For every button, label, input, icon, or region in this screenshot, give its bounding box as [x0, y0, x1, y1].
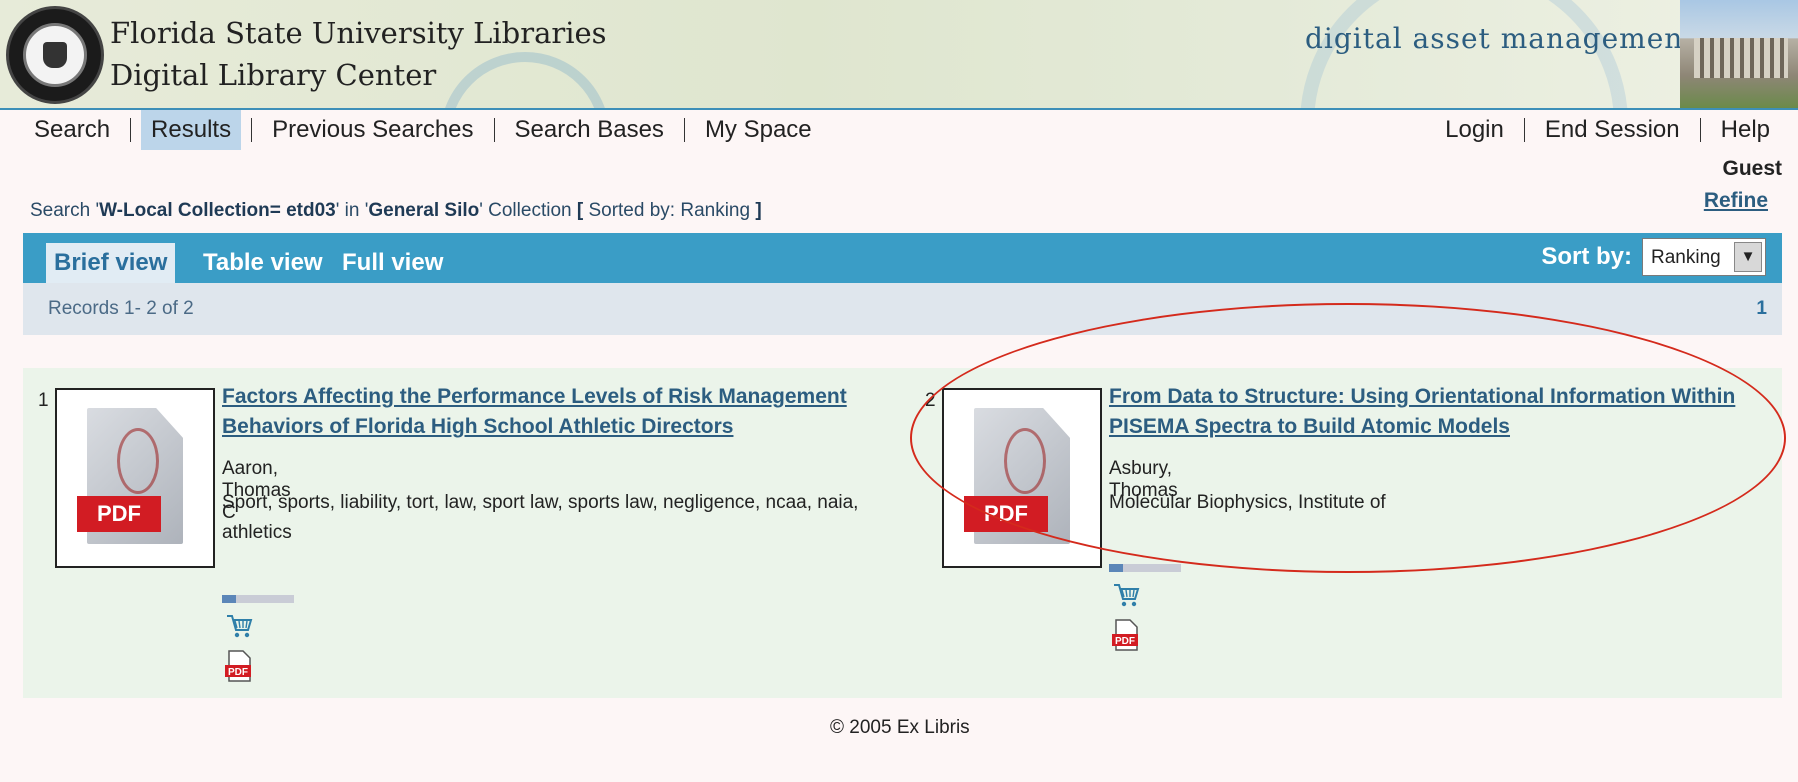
sort-select[interactable]: Ranking ▼ — [1642, 238, 1766, 276]
relevance-bar — [1109, 564, 1181, 572]
chevron-down-icon[interactable]: ▼ — [1734, 242, 1762, 272]
results-list: 1 PDF Factors Affecting the Performance … — [23, 368, 1782, 698]
record-number: 1 — [38, 390, 49, 411]
library-building-image — [1680, 0, 1798, 108]
record-subjects: Sport, sports, liability, tort, law, spo… — [222, 492, 859, 543]
header-banner: Florida State University Libraries Digit… — [0, 0, 1798, 110]
nav-separator — [130, 118, 132, 142]
svg-text:PDF: PDF — [1115, 636, 1135, 647]
nav-separator — [251, 118, 253, 142]
view-toolbar: Brief view Table view Full view Sort by:… — [23, 233, 1782, 283]
records-count: Records 1- 2 of 2 — [48, 298, 194, 319]
tab-brief-view[interactable]: Brief view — [46, 243, 176, 283]
nav-separator — [493, 118, 495, 142]
search-collection: General Silo — [368, 200, 480, 221]
nav-separator — [1699, 118, 1701, 142]
record-subjects: Molecular Biophysics, Institute of — [1109, 492, 1386, 513]
nav-help[interactable]: Help — [1711, 110, 1780, 150]
pdf-icon[interactable]: PDF — [224, 650, 254, 682]
main-nav: Search Results Previous Searches Search … — [24, 110, 822, 150]
search-query: W-Local Collection= etd03 — [99, 200, 336, 221]
sort-description: Sorted by: Ranking — [583, 200, 756, 221]
relevance-bar — [222, 595, 294, 603]
nav-my-space[interactable]: My Space — [695, 110, 822, 150]
globe-decoration — [440, 52, 610, 108]
svg-text:PDF: PDF — [228, 667, 248, 678]
refine-link[interactable]: Refine — [1704, 189, 1768, 213]
footer-copyright: © 2005 Ex Libris — [830, 717, 970, 738]
pdf-badge: PDF — [964, 496, 1048, 532]
nav-search-bases[interactable]: Search Bases — [505, 110, 674, 150]
pdf-badge: PDF — [77, 496, 161, 532]
nav-search[interactable]: Search — [24, 110, 120, 150]
org-subname: Digital Library Center — [110, 58, 437, 92]
globe-decoration-right — [1300, 0, 1628, 108]
user-name: Guest — [1722, 157, 1782, 180]
nav-separator — [683, 118, 685, 142]
record-number: 2 — [925, 390, 936, 411]
pdf-thumbnail[interactable]: PDF — [942, 388, 1102, 568]
pdf-thumbnail[interactable]: PDF — [55, 388, 215, 568]
product-title: digital asset management — [1305, 22, 1696, 55]
nav-results[interactable]: Results — [141, 110, 242, 150]
cart-icon[interactable] — [225, 613, 253, 639]
records-bar: Records 1- 2 of 2 1 — [23, 283, 1782, 335]
session-nav: Login End Session Help — [1435, 110, 1780, 150]
pdf-icon[interactable]: PDF — [1111, 619, 1141, 651]
cart-icon[interactable] — [1112, 582, 1140, 608]
record-title-link[interactable]: Factors Affecting the Performance Levels… — [222, 382, 922, 442]
nav-separator — [1523, 118, 1525, 142]
fsu-seal-icon — [6, 6, 104, 104]
record-title-link[interactable]: From Data to Structure: Using Orientatio… — [1109, 382, 1779, 442]
nav-previous-searches[interactable]: Previous Searches — [262, 110, 483, 150]
sort-select-value: Ranking — [1651, 247, 1721, 268]
nav-end-session[interactable]: End Session — [1535, 110, 1690, 150]
page-number[interactable]: 1 — [1756, 298, 1767, 320]
org-name: Florida State University Libraries — [110, 16, 607, 50]
sort-by-label: Sort by: — [1541, 243, 1632, 270]
tab-table-view[interactable]: Table view — [195, 243, 331, 283]
search-summary: Search 'W-Local Collection= etd03' in 'G… — [30, 200, 762, 221]
nav-login[interactable]: Login — [1435, 110, 1514, 150]
tab-full-view[interactable]: Full view — [334, 243, 451, 283]
